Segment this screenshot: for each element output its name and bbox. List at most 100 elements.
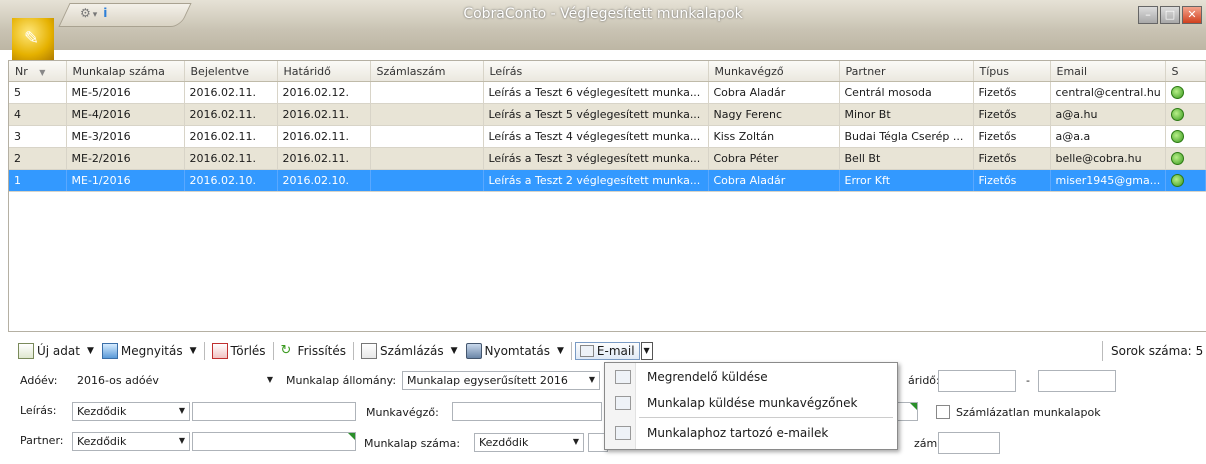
refresh-button-label: Frissítés — [297, 344, 347, 358]
cell-status — [1165, 81, 1206, 104]
munkavegzo-lookup-input[interactable] — [896, 402, 918, 421]
cell-szamlaszam — [370, 81, 484, 104]
cell-hatarido: 2016.02.11. — [277, 125, 371, 148]
cell-szamlaszam — [370, 169, 484, 192]
new-button[interactable]: Új adat ▼ — [14, 343, 98, 359]
column-header-partner[interactable]: Partner — [839, 61, 974, 82]
munkalap-szama-mode-select[interactable]: Kezdődik — [474, 433, 584, 452]
cell-nr: 1 — [9, 169, 67, 192]
column-header-munkalap[interactable]: Munkalap száma — [66, 61, 185, 82]
chevron-down-icon[interactable]: ▼ — [87, 346, 94, 356]
minimize-button[interactable]: – — [1138, 6, 1158, 24]
invoice-button[interactable]: Számlázás ▼ — [357, 343, 461, 359]
cell-tipus: Fizetős — [973, 169, 1051, 192]
cell-szamlaszam — [370, 125, 484, 148]
munkavegzo-input[interactable] — [452, 402, 602, 421]
menu-item-label: Munkalap küldése munkavégzőnek — [647, 396, 858, 410]
leiras-mode-select[interactable]: Kezdődik — [72, 402, 190, 421]
cell-hatarido: 2016.02.11. — [277, 103, 371, 126]
column-header-bejelentve[interactable]: Bejelentve — [184, 61, 278, 82]
partner-mode-select[interactable]: Kezdődik — [72, 432, 190, 451]
column-header-munkavegzo[interactable]: Munkavégző — [708, 61, 840, 82]
cell-partner: Minor Bt — [839, 103, 974, 126]
maximize-button[interactable]: □ — [1160, 6, 1180, 24]
leiras-input[interactable] — [192, 402, 356, 421]
printer-icon — [465, 343, 482, 359]
cell-nr: 2 — [9, 147, 67, 170]
table-row[interactable]: 2 ME-2/2016 2016.02.11. 2016.02.11. Leír… — [9, 147, 1206, 170]
table-row[interactable]: 5 ME-5/2016 2016.02.11. 2016.02.12. Leír… — [9, 81, 1206, 104]
cell-tipus: Fizetős — [973, 103, 1051, 126]
open-button[interactable]: Megnyitás ▼ — [98, 343, 201, 359]
email-button[interactable]: E-mail — [574, 342, 640, 360]
toolbar-separator — [353, 342, 355, 360]
date-range-dash: - — [1026, 374, 1030, 387]
window-title: CobraConto - Véglegesített munkalapok — [463, 6, 743, 22]
cell-tipus: Fizetős — [973, 125, 1051, 148]
chevron-down-icon[interactable]: ▼ — [557, 346, 564, 356]
table-header-row: Nr ▼ Munkalap száma Bejelentve Határidő … — [9, 61, 1206, 82]
status-ok-icon — [1170, 108, 1184, 122]
toolbar-separator — [203, 342, 205, 360]
cell-email: a@a.hu — [1050, 103, 1166, 126]
column-header-szamlaszam[interactable]: Számlaszám — [370, 61, 484, 82]
column-header-nr[interactable]: Nr ▼ — [9, 61, 67, 82]
row-count: Sorok száma: 5 — [1111, 344, 1203, 358]
adoev-select[interactable]: 2016-os adóév — [72, 371, 278, 390]
leiras-label: Leírás: — [20, 404, 57, 417]
szam-input[interactable] — [938, 432, 1000, 454]
menu-item-send-to-worker[interactable]: Munkalap küldése munkavégzőnek — [605, 391, 897, 415]
menu-item-send-order[interactable]: Megrendelő küldése — [605, 365, 897, 389]
invoice-button-label: Számlázás — [380, 344, 444, 358]
refresh-button[interactable]: ↻ Frissítés — [277, 343, 350, 359]
cell-nr: 5 — [9, 81, 67, 104]
cell-status — [1165, 169, 1206, 192]
email-dropdown-button[interactable]: ▼ — [640, 342, 653, 360]
column-header-tipus[interactable]: Típus — [973, 61, 1051, 82]
cell-leiras: Leírás a Teszt 5 véglegesített munka... — [483, 103, 709, 126]
cell-email: a@a.a — [1050, 125, 1166, 148]
cell-partner: Bell Bt — [839, 147, 974, 170]
column-header-leiras[interactable]: Leírás — [483, 61, 709, 82]
cell-munkalap: ME-5/2016 — [66, 81, 185, 104]
hatarido-to-input[interactable] — [1038, 370, 1116, 392]
column-header-email[interactable]: Email — [1050, 61, 1166, 82]
delete-button[interactable]: Törlés — [208, 343, 270, 359]
envelope-icon — [615, 370, 631, 384]
open-button-label: Megnyitás — [120, 344, 183, 358]
cell-hatarido: 2016.02.11. — [277, 147, 371, 170]
allomany-select[interactable]: Munkalap egyserűsített 2016 — [402, 371, 600, 390]
cell-status — [1165, 147, 1206, 170]
hatarido-from-input[interactable] — [938, 370, 1016, 392]
refresh-icon: ↻ — [280, 343, 292, 358]
munkavegzo-label: Munkavégző: — [366, 406, 439, 419]
table-row-selected[interactable]: 1 ME-1/2016 2016.02.10. 2016.02.10. Leír… — [9, 169, 1206, 192]
status-ok-icon — [1170, 152, 1184, 166]
chevron-down-icon[interactable]: ▼ — [451, 346, 458, 356]
menu-item-label: Munkalaphoz tartozó e-mailek — [647, 426, 829, 440]
sort-descending-icon: ▼ — [39, 67, 46, 77]
close-button[interactable]: ✕ — [1182, 6, 1202, 24]
app-orb-button[interactable]: ✎ — [12, 18, 54, 60]
cell-hatarido: 2016.02.10. — [277, 169, 371, 192]
column-header-s[interactable]: S — [1165, 61, 1206, 82]
cell-munkavegzo: Cobra Aladár — [708, 169, 840, 192]
partner-input[interactable] — [192, 432, 356, 451]
table-row[interactable]: 4 ME-4/2016 2016.02.11. 2016.02.11. Leír… — [9, 103, 1206, 126]
szamlazatlan-checkbox[interactable] — [936, 405, 950, 419]
column-header-hatarido[interactable]: Határidő — [277, 61, 371, 82]
chevron-down-icon[interactable]: ▼ — [190, 346, 197, 356]
print-button[interactable]: Nyomtatás ▼ — [462, 343, 568, 359]
status-ok-icon — [1170, 174, 1184, 188]
cell-partner: Error Kft — [839, 169, 974, 192]
szamlazatlan-label: Számlázatlan munkalapok — [956, 406, 1101, 419]
table-row[interactable]: 3 ME-3/2016 2016.02.11. 2016.02.11. Leír… — [9, 125, 1206, 148]
cell-email: miser1945@gma... — [1050, 169, 1166, 192]
new-document-icon — [18, 343, 34, 359]
title-bar: ⚙ ▾ i CobraConto - Véglegesített munkalapo… — [0, 0, 1206, 50]
new-button-label: Új adat — [37, 344, 80, 358]
toolbar-separator — [272, 342, 274, 360]
cell-bejelentve: 2016.02.11. — [184, 81, 278, 104]
adoev-label: Adóév: — [20, 374, 58, 387]
menu-item-worksheet-emails[interactable]: Munkalaphoz tartozó e-mailek — [605, 421, 897, 445]
